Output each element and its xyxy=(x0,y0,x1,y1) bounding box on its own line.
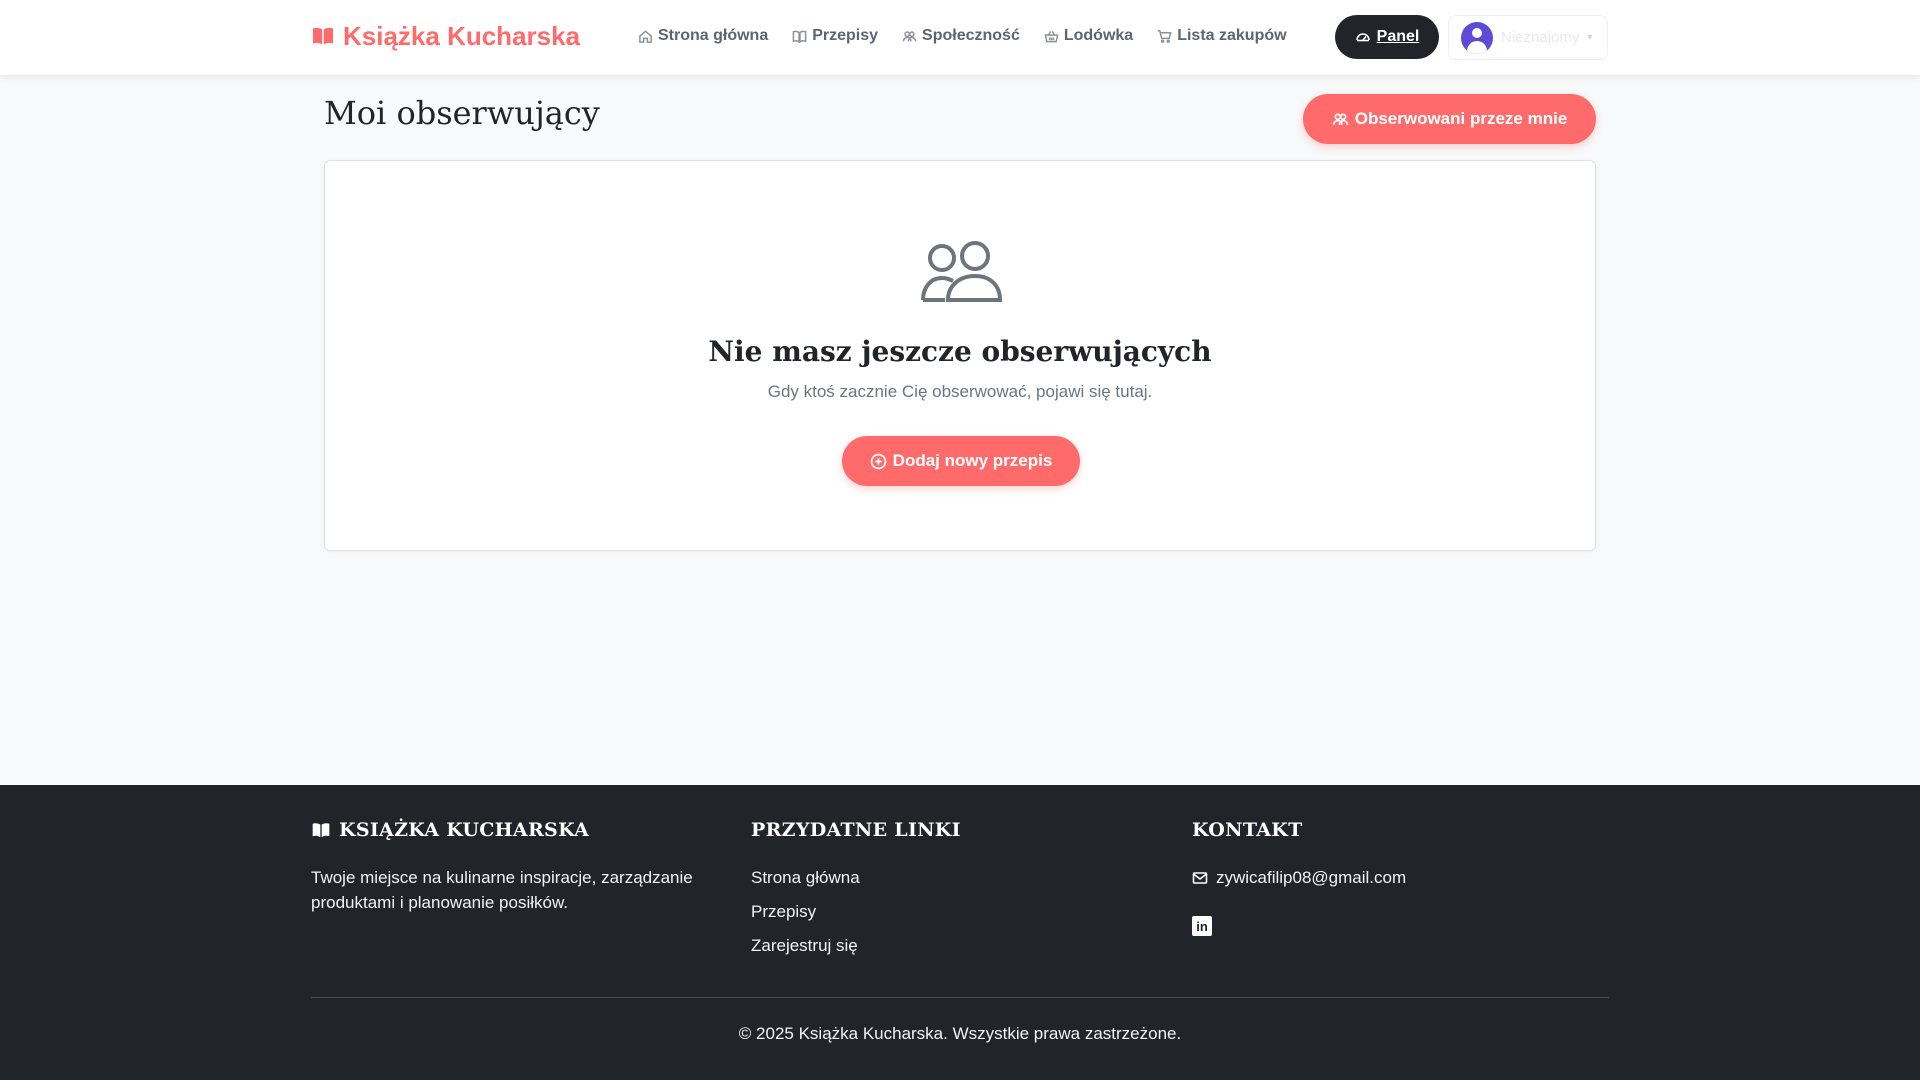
nav-link-shopping-list[interactable]: Lista zakupów xyxy=(1145,22,1298,50)
book-icon xyxy=(792,30,807,43)
linkedin-icon[interactable]: in xyxy=(1192,916,1212,936)
footer-email-text: zywicafilip08@gmail.com xyxy=(1216,867,1407,887)
page-title: Moi obserwujący xyxy=(324,94,600,132)
brand-logo[interactable]: Książka Kucharska xyxy=(311,18,580,54)
add-recipe-button[interactable]: Dodaj nowy przepis xyxy=(842,436,1080,486)
empty-state-icon xyxy=(920,240,1003,304)
nav-link-recipes[interactable]: Przepisy xyxy=(780,22,890,50)
empty-state-subtitle: Gdy ktoś zacznie Cię obserwować, pojawi … xyxy=(767,382,1153,401)
empty-state-card: Nie masz jeszcze obserwujących Gdy ktoś … xyxy=(324,160,1596,551)
following-button[interactable]: Obserwowani przeze mnie xyxy=(1303,94,1596,144)
nav-link-label: Lodówka xyxy=(1063,27,1134,44)
footer-links-heading: PRZYDATNE LINKI xyxy=(751,819,961,841)
footer-link-recipes[interactable]: Przepisy xyxy=(751,899,1151,933)
footer-brand-name: KSIĄŻKA KUCHARSKA xyxy=(339,819,590,841)
main-nav: Strona główna Przepisy Społeczność Lodów… xyxy=(626,22,1299,50)
people-icon xyxy=(902,30,917,41)
brand-name: Książka Kucharska xyxy=(343,20,581,51)
footer-contact: KONTAKT zywicafilip08@gmail.com in xyxy=(1192,815,1592,936)
nav-link-label: Społeczność xyxy=(922,27,1020,44)
open-book-icon xyxy=(313,27,333,45)
linkedin-label: in xyxy=(1196,919,1208,934)
following-button-label: Obserwowani przeze mnie xyxy=(1354,109,1568,128)
footer-divider xyxy=(311,997,1609,998)
cart-icon xyxy=(1158,29,1172,43)
speedometer-icon xyxy=(1355,33,1370,42)
nav-link-label: Lista zakupów xyxy=(1177,27,1287,44)
home-icon xyxy=(639,29,652,43)
footer-contact-heading: KONTAKT xyxy=(1192,819,1303,841)
nav-link-community[interactable]: Społeczność xyxy=(890,22,1032,50)
footer: KSIĄŻKA KUCHARSKA Twoje miejsce na kulin… xyxy=(0,785,1920,1080)
footer-brand-heading: KSIĄŻKA KUCHARSKA xyxy=(311,815,731,845)
navbar: Książka Kucharska Strona główna Przepisy… xyxy=(0,0,1920,75)
panel-button[interactable]: Panel xyxy=(1335,15,1439,59)
footer-about: KSIĄŻKA KUCHARSKA Twoje miejsce na kulin… xyxy=(311,815,731,915)
nav-link-label: Strona główna xyxy=(658,27,769,44)
empty-state-title: Nie masz jeszcze obserwujących xyxy=(708,335,1212,368)
footer-brand-text: Twoje miejsce na kulinarne inspiracje, z… xyxy=(311,868,693,912)
people-icon xyxy=(1332,113,1348,125)
footer-links: PRZYDATNE LINKI Strona główna Przepisy Z… xyxy=(751,815,1151,967)
footer-email[interactable]: zywicafilip08@gmail.com xyxy=(1192,865,1592,890)
add-recipe-button-label: Dodaj nowy przepis xyxy=(892,451,1053,470)
chevron-down-icon: ▾ xyxy=(1587,32,1593,43)
user-name: Nieznajomy xyxy=(1501,29,1580,46)
basket-icon xyxy=(1044,30,1059,42)
user-menu-dropdown[interactable]: Nieznajomy ▾ xyxy=(1448,15,1608,60)
footer-copyright: © 2025 Książka Kucharska. Wszystkie praw… xyxy=(738,1024,1182,1043)
nav-link-home[interactable]: Strona główna xyxy=(626,22,780,50)
open-book-icon xyxy=(312,823,330,838)
nav-link-fridge[interactable]: Lodówka xyxy=(1032,22,1145,50)
plus-circle-icon xyxy=(870,453,886,469)
nav-link-label: Przepisy xyxy=(812,27,879,44)
envelope-icon xyxy=(1192,871,1208,884)
avatar xyxy=(1461,21,1493,54)
footer-link-home[interactable]: Strona główna xyxy=(751,865,1151,899)
people-icon xyxy=(921,241,1003,302)
panel-button-label: Panel xyxy=(1376,28,1420,45)
footer-link-register[interactable]: Zarejestruj się xyxy=(751,933,1151,967)
footer-links-list: Strona główna Przepisy Zarejestruj się xyxy=(751,865,1151,967)
